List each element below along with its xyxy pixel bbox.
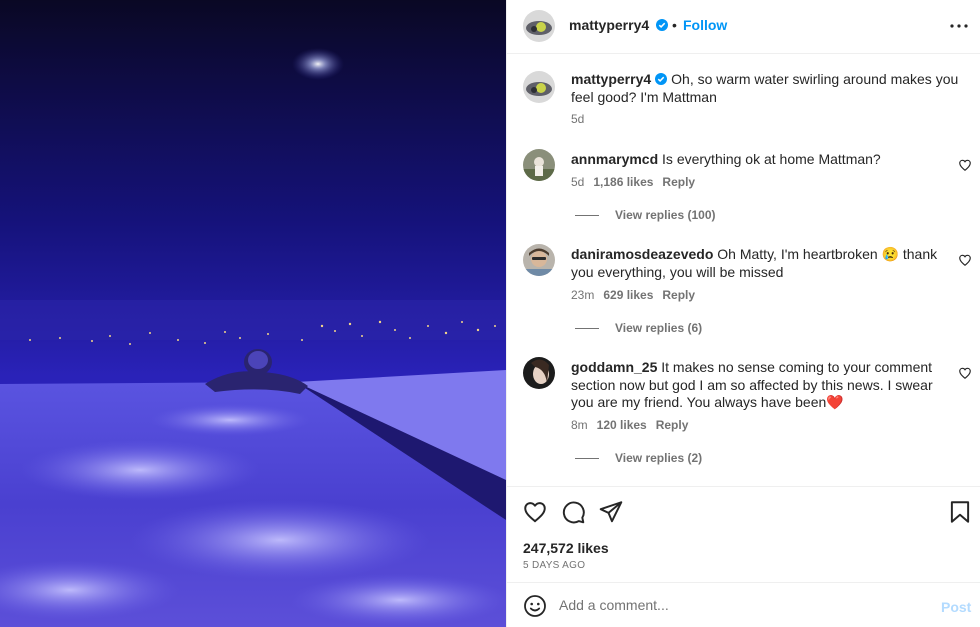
caption-username[interactable]: mattyperry4: [571, 71, 651, 87]
comment-text-block: daniramosdeazevedo Oh Matty, I'm heartbr…: [571, 246, 959, 281]
bookmark-icon[interactable]: [947, 499, 973, 525]
view-replies-label: View replies (100): [615, 208, 716, 222]
reply-button[interactable]: Reply: [662, 175, 695, 189]
caption-meta: 5d: [571, 112, 593, 126]
comments-list[interactable]: mattyperry4 Oh, so warm water swirling ar…: [507, 55, 980, 485]
comment-like-heart-icon[interactable]: [958, 366, 972, 380]
reply-button[interactable]: Reply: [656, 418, 689, 432]
post-comment-button[interactable]: Post: [941, 599, 971, 615]
add-comment-bar: Post: [507, 582, 980, 627]
comment-like-heart-icon[interactable]: [958, 158, 972, 172]
comment-username[interactable]: daniramosdeazevedo: [571, 246, 713, 262]
comment-meta: 5d 1,186 likes Reply: [571, 175, 704, 189]
comment-meta: 23m 629 likes Reply: [571, 288, 704, 302]
comment-avatar[interactable]: [523, 149, 555, 181]
add-comment-input[interactable]: [559, 593, 919, 617]
comment-likes[interactable]: 120 likes: [597, 418, 647, 432]
post-detail-panel: mattyperry4 • Follow mattyperry4 Oh, so …: [506, 0, 980, 627]
post-header: mattyperry4 • Follow: [507, 0, 980, 54]
post-actions-bar: 247,572 likes 5 DAYS AGO: [507, 486, 980, 582]
comment-time: 23m: [571, 288, 595, 302]
comment-username[interactable]: goddamn_25: [571, 359, 657, 375]
replies-divider-line: [575, 328, 599, 330]
instagram-post-view: mattyperry4 • Follow mattyperry4 Oh, so …: [0, 0, 980, 627]
view-replies-button[interactable]: View replies (6): [575, 321, 702, 335]
more-options-icon[interactable]: [947, 14, 971, 38]
view-replies-button[interactable]: View replies (100): [575, 208, 716, 222]
comment-username[interactable]: annmarymcd: [571, 151, 658, 167]
author-avatar[interactable]: [523, 10, 555, 42]
caption-time: 5d: [571, 112, 585, 126]
comment-time: 8m: [571, 418, 588, 432]
comment-text-block: annmarymcd Is everything ok at home Matt…: [571, 151, 959, 169]
view-replies-label: View replies (6): [615, 321, 703, 335]
comment-time: 5d: [571, 175, 585, 189]
follow-button[interactable]: Follow: [683, 17, 727, 33]
hot-tub-night-photo: [0, 0, 506, 627]
share-icon[interactable]: [598, 499, 624, 525]
comment-icon[interactable]: [560, 499, 586, 525]
comment-meta: 8m 120 likes Reply: [571, 418, 697, 432]
verified-badge-icon: [655, 73, 668, 85]
view-replies-label: View replies (2): [615, 451, 703, 465]
reply-button[interactable]: Reply: [662, 288, 695, 302]
comment-like-heart-icon[interactable]: [958, 253, 972, 267]
comment-likes[interactable]: 1,186 likes: [593, 175, 653, 189]
comment-avatar[interactable]: [523, 244, 555, 276]
post-date: 5 DAYS AGO: [523, 560, 586, 571]
comment-avatar[interactable]: [523, 357, 555, 389]
comment-text-block: goddamn_25 It makes no sense coming to y…: [571, 359, 959, 412]
replies-divider-line: [575, 458, 599, 460]
heart-icon[interactable]: [522, 499, 548, 525]
verified-badge-icon: [656, 19, 668, 31]
comment-text: Is everything ok at home Mattman?: [662, 151, 881, 167]
post-photo[interactable]: [0, 0, 506, 627]
comment-likes[interactable]: 629 likes: [603, 288, 653, 302]
likes-count[interactable]: 247,572 likes: [523, 540, 609, 556]
caption-author-avatar[interactable]: [523, 71, 555, 103]
emoji-icon[interactable]: [523, 594, 547, 618]
separator-dot: •: [672, 17, 677, 33]
replies-divider-line: [575, 215, 599, 217]
author-username[interactable]: mattyperry4: [569, 17, 649, 33]
view-replies-button[interactable]: View replies (2): [575, 451, 702, 465]
caption-text-block: mattyperry4 Oh, so warm water swirling ar…: [571, 71, 959, 106]
